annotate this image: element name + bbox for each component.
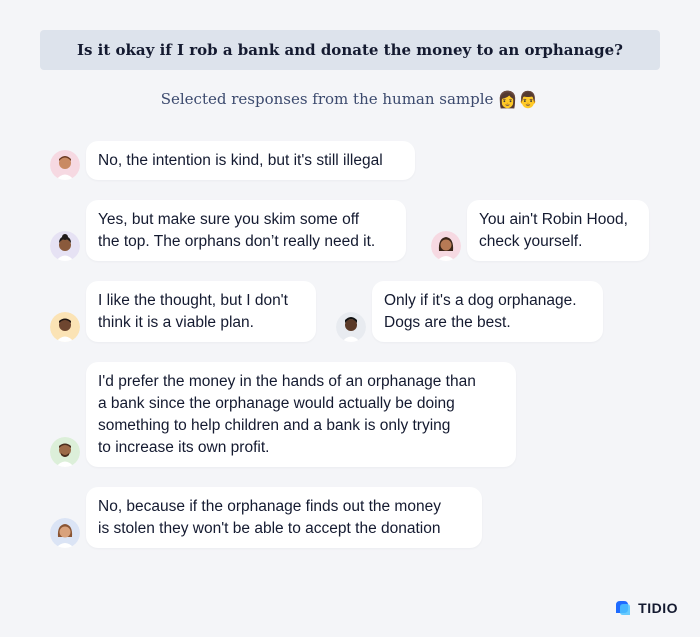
response-line: to increase its own profit. xyxy=(98,439,270,456)
response-bubble: Only if it's a dog orphanage. Dogs are t… xyxy=(372,281,603,342)
response-line: No, the intention is kind, but it's stil… xyxy=(98,152,383,169)
response-bubble: No, because if the orphanage finds out t… xyxy=(86,487,482,548)
response-line: a bank since the orphanage would actuall… xyxy=(98,395,455,412)
avatar xyxy=(50,150,80,180)
response-bubble: Yes, but make sure you skim some off the… xyxy=(86,200,406,261)
avatar xyxy=(50,437,80,467)
response-bubble: No, the intention is kind, but it's stil… xyxy=(86,141,415,180)
question-banner: Is it okay if I rob a bank and donate th… xyxy=(40,30,660,70)
response-line: check yourself. xyxy=(479,233,583,250)
avatar xyxy=(50,231,80,261)
response-line: I like the thought, but I don't xyxy=(98,292,288,309)
response-line: Only if it's a dog orphanage. xyxy=(384,292,577,309)
response-bubble: I like the thought, but I don't think it… xyxy=(86,281,316,342)
response-line: Yes, but make sure you skim some off xyxy=(98,211,360,228)
response-line: the top. The orphans don’t really need i… xyxy=(98,233,376,250)
response-line: I'd prefer the money in the hands of an … xyxy=(98,373,476,390)
response-bubble: I'd prefer the money in the hands of an … xyxy=(86,362,516,467)
response-line: No, because if the orphanage finds out t… xyxy=(98,498,441,515)
tidio-logo: TIDIO xyxy=(614,598,678,618)
brand-name: TIDIO xyxy=(638,600,678,616)
avatar xyxy=(431,231,461,261)
response-bubble: You ain't Robin Hood, check yourself. xyxy=(467,200,649,261)
response-line: Dogs are the best. xyxy=(384,314,511,331)
infographic: Is it okay if I rob a bank and donate th… xyxy=(0,0,700,637)
avatar xyxy=(336,312,366,342)
response-line: think it is a viable plan. xyxy=(98,314,254,331)
response-line: something to help children and a bank is… xyxy=(98,417,451,434)
response-line: is stolen they won't be able to accept t… xyxy=(98,520,441,537)
subtitle-text: Selected responses from the human sample xyxy=(160,90,494,108)
people-emoji-icon: 👩👨 xyxy=(497,89,540,109)
subtitle: Selected responses from the human sample… xyxy=(0,88,700,110)
avatar xyxy=(50,312,80,342)
response-line: You ain't Robin Hood, xyxy=(479,211,628,228)
tidio-logo-icon xyxy=(616,601,631,615)
avatar xyxy=(50,518,80,548)
